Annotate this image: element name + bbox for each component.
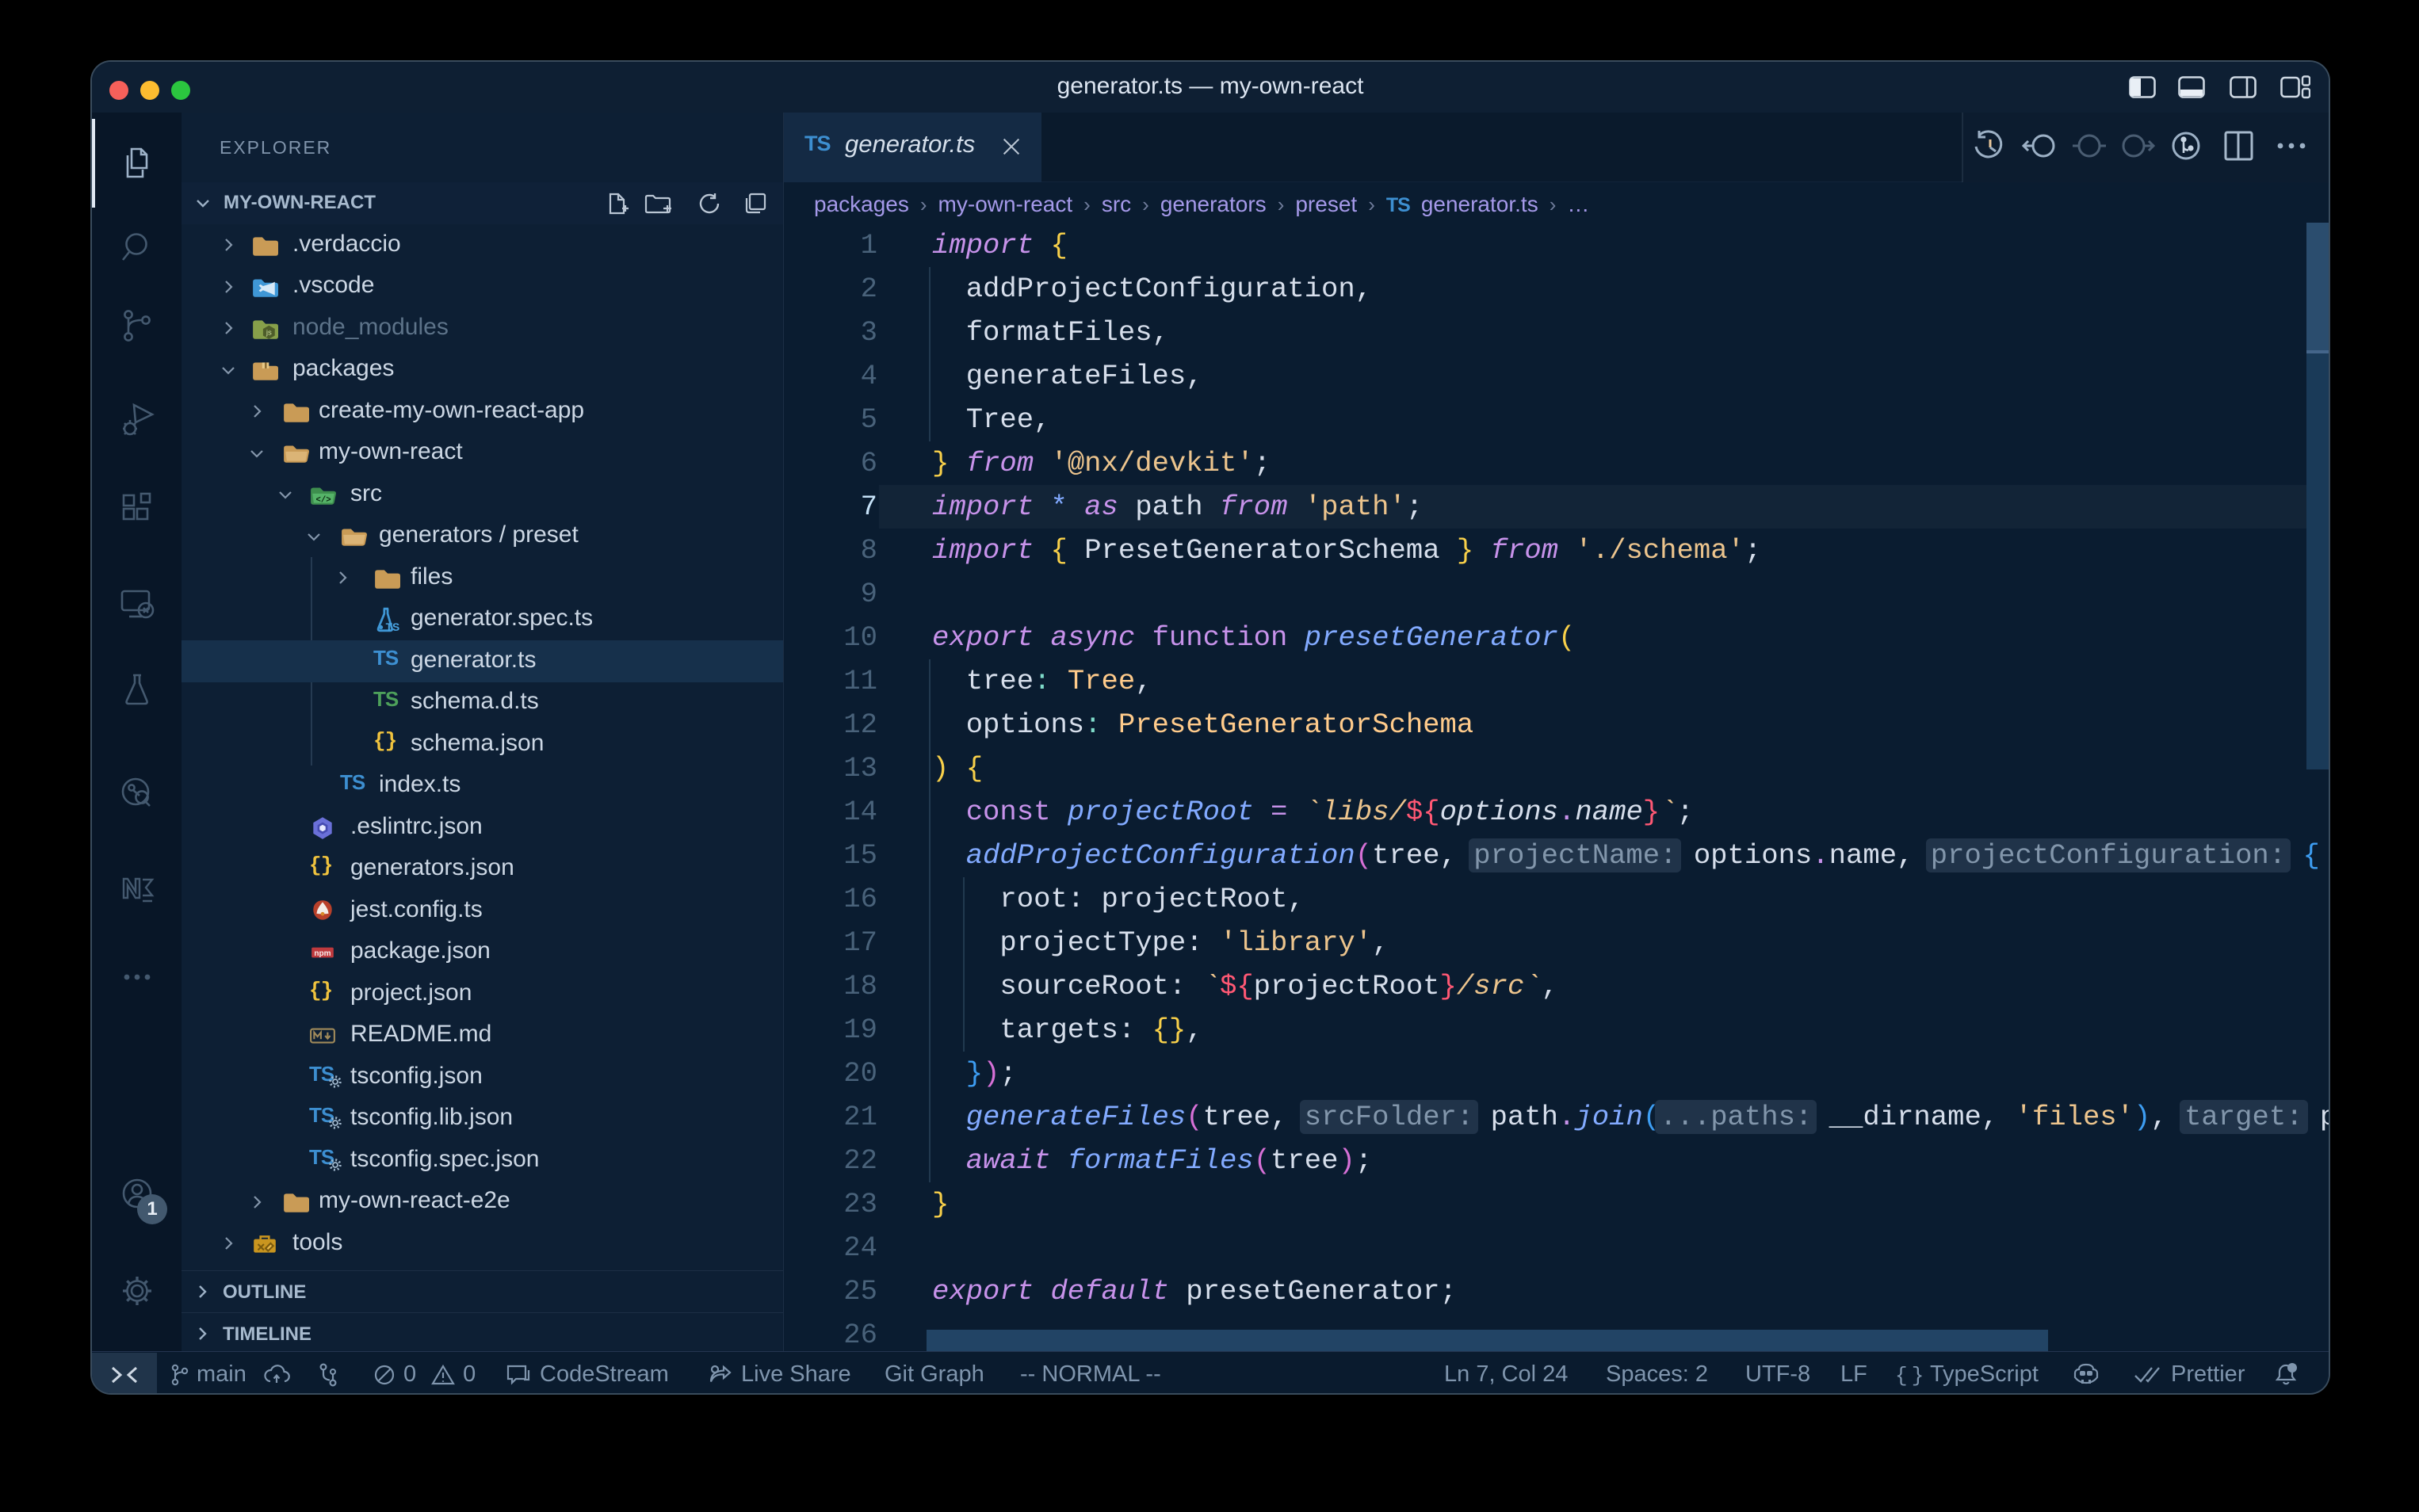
svg-text:TS: TS xyxy=(386,620,400,633)
svg-text:</>: </> xyxy=(316,495,331,505)
svg-text:js: js xyxy=(266,328,272,337)
svg-text:npm: npm xyxy=(314,949,331,958)
